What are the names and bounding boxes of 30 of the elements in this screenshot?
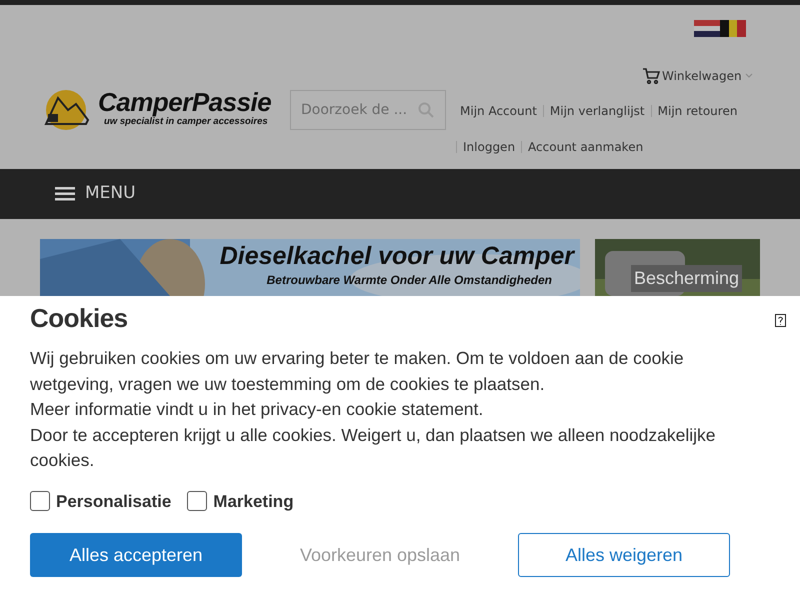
account-link[interactable]: Mijn Account: [457, 102, 540, 120]
menu-icon: [55, 187, 75, 201]
dialog-title: Cookies: [30, 302, 128, 335]
promo-banner[interactable]: Dieselkachel voor uw Camper Betrouwbare Warmte Onder Alle Omstandigheden: [40, 239, 580, 296]
checkbox[interactable]: [187, 491, 208, 512]
banner-title: Dieselkachel voor uw Camper: [220, 241, 574, 271]
banner-caption: Bescherming: [630, 265, 742, 292]
banner-subtitle: Betrouwbare Warmte Onder Alle Omstandigheden: [266, 272, 553, 289]
logo-tagline: uw specialist in camper accessoires: [104, 116, 268, 129]
dutch-flag-icon[interactable]: [694, 20, 720, 37]
dialog-text: Meer informatie vindt u in het privacy-en cookie statement.: [30, 398, 484, 421]
account-link[interactable]: Mijn verlanglijst: [546, 102, 648, 120]
dialog-button[interactable]: Alles accepteren: [30, 533, 242, 577]
account-link[interactable]: Mijn retouren: [654, 102, 740, 120]
belgian-flag-icon[interactable]: [720, 20, 746, 37]
cart-link[interactable]: Winkelwagen: [662, 67, 742, 85]
category-banner[interactable]: Bescherming: [595, 239, 760, 296]
dialog-text: Wij gebruiken cookies om uw ervaring beter te maken. Om te voldoen aan de cookie wetgeving, vragen we uw toestemming om de cookies te plaatsen.: [30, 347, 685, 396]
checkbox-label: Personalisatie: [56, 490, 172, 512]
account-link[interactable]: Inloggen: [460, 138, 518, 156]
dialog-text: Door te accepteren krijgt u alle cookies. Weigert u, dan plaatsen we alleen noodzakelijke cookies.: [30, 424, 716, 472]
checkbox[interactable]: [30, 491, 50, 512]
logo-name: CamperPassie: [98, 88, 272, 115]
account-link[interactable]: Account aanmaken: [525, 138, 646, 156]
checkbox-label: Marketing: [213, 490, 294, 513]
menu-button[interactable]: MENU: [85, 181, 136, 207]
cart-icon: [642, 68, 660, 84]
chevron-down-icon: [744, 72, 754, 80]
search-field[interactable]: Doorzoek de ...: [290, 90, 446, 130]
dialog-button[interactable]: Alles weigeren: [518, 533, 730, 577]
